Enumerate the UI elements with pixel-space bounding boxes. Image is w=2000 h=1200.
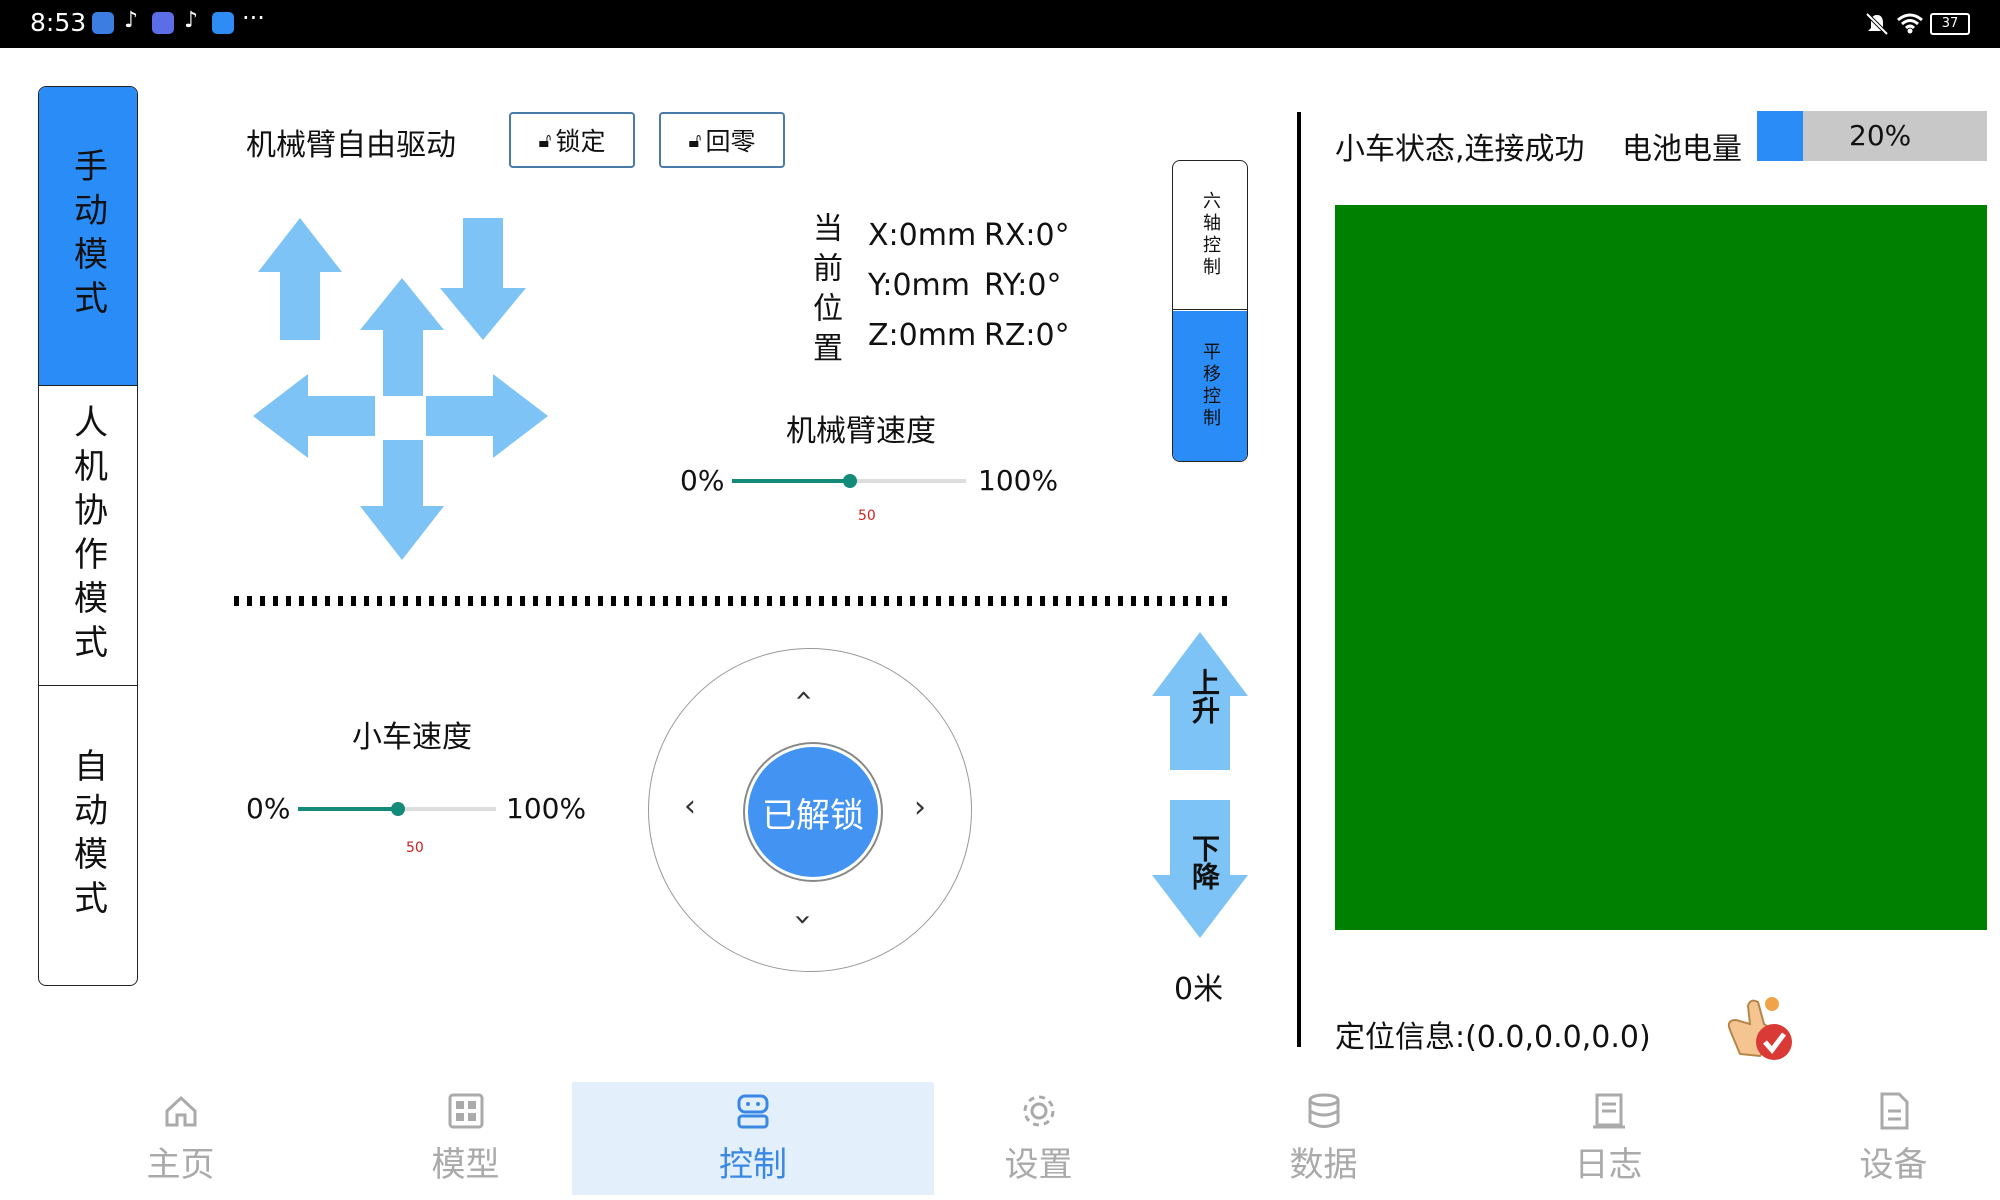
battery-percent: 20% xyxy=(1849,119,1912,152)
arm-speed-value: 50 xyxy=(858,508,876,524)
six-axis-button[interactable]: 六轴控制 xyxy=(1173,161,1247,310)
nav-log-label: 日志 xyxy=(1574,1145,1643,1185)
rise-label: 上升 xyxy=(1188,668,1221,724)
nav-model[interactable]: 模型 xyxy=(323,1082,608,1195)
gear-icon xyxy=(1023,1095,1054,1127)
log-icon xyxy=(1592,1093,1625,1129)
tab-collab-mode[interactable]: 人机协作模式 xyxy=(39,387,137,686)
nav-control[interactable]: 控制 xyxy=(572,1082,934,1195)
arm-speed-title: 机械臂速度 xyxy=(786,414,936,449)
robot-icon xyxy=(737,1094,769,1129)
status-time: 8:53 xyxy=(30,8,87,37)
pos-ry: RY:0° xyxy=(984,268,1062,303)
arm-direction-pad xyxy=(253,218,548,560)
car-speed-max: 100% xyxy=(506,792,587,825)
car-speed-min: 0% xyxy=(246,792,291,825)
map-canvas[interactable] xyxy=(1335,205,1987,930)
joystick-up-icon[interactable]: › xyxy=(786,690,821,702)
car-speed-fill xyxy=(298,807,397,811)
zero-button[interactable]: 🔓︎ 回零 xyxy=(659,112,785,168)
nav-settings[interactable]: 设置 xyxy=(896,1082,1181,1195)
section-divider xyxy=(234,596,1234,606)
tab-manual-mode[interactable]: 手动模式 xyxy=(39,87,137,386)
pos-rx: RX:0° xyxy=(984,218,1070,253)
pos-x: X:0mm xyxy=(868,218,977,253)
nav-log[interactable]: 日志 xyxy=(1466,1082,1751,1195)
arm-title: 机械臂自由驱动 xyxy=(246,128,456,163)
lock-button[interactable]: 🔓︎ 锁定 xyxy=(509,112,635,168)
tab-auto-mode[interactable]: 自动模式 xyxy=(39,687,137,985)
battery-label: 电池电量 xyxy=(1622,132,1742,167)
axis-mode-toggle: 六轴控制 平移控制 xyxy=(1172,160,1248,462)
arm-left-arrow[interactable] xyxy=(253,374,375,458)
arm-up-left-arrow[interactable] xyxy=(258,218,342,340)
nav-data[interactable]: 数据 xyxy=(1181,1082,1466,1195)
lock-icon: 🔓︎ xyxy=(538,128,552,152)
pos-z: Z:0mm xyxy=(868,318,977,353)
panel-divider xyxy=(1297,112,1301,1047)
locate-hand-icon[interactable] xyxy=(1720,990,1796,1066)
arm-down-arrow[interactable] xyxy=(360,440,444,560)
tiktok-icon: ♪ xyxy=(124,8,139,33)
tab-auto-mode-label: 自动模式 xyxy=(67,748,108,924)
arm-right-arrow[interactable] xyxy=(426,374,548,458)
arm-speed-knob[interactable] xyxy=(843,474,857,488)
lock-button-label: 锁定 xyxy=(555,127,606,156)
joystick-down-icon[interactable]: › xyxy=(786,914,821,926)
battery-indicator: 37 xyxy=(1930,13,1970,35)
wifi-icon xyxy=(1897,13,1923,34)
unlock-button[interactable]: 已解锁 xyxy=(745,744,881,880)
pos-y: Y:0mm xyxy=(868,268,970,303)
joystick-left-icon[interactable]: › xyxy=(684,790,696,825)
nav-device[interactable]: 设备 xyxy=(1751,1082,2000,1195)
database-icon xyxy=(1308,1093,1339,1128)
grid-icon xyxy=(448,1093,483,1129)
cloud-app-icon xyxy=(212,12,234,34)
music-app-icon xyxy=(152,12,174,34)
car-status: 小车状态,连接成功 xyxy=(1335,132,1585,167)
translate-button[interactable]: 平移控制 xyxy=(1173,311,1247,461)
nav-settings-label: 设置 xyxy=(1004,1145,1073,1185)
car-speed-value: 50 xyxy=(406,840,424,856)
joystick-right-icon[interactable]: › xyxy=(914,790,926,825)
battery-fill xyxy=(1757,111,1803,161)
nav-control-label: 控制 xyxy=(719,1145,787,1185)
car-speed-title: 小车速度 xyxy=(352,720,472,755)
more-notifications-icon: ··· xyxy=(242,4,265,32)
six-axis-label: 六轴控制 xyxy=(1200,191,1221,279)
arm-up-arrow[interactable] xyxy=(360,278,444,396)
mute-bell-icon xyxy=(1865,12,1889,36)
nav-home-label: 主页 xyxy=(146,1145,215,1185)
position-label: 当前位置 xyxy=(807,212,842,372)
battery-bar: 20% xyxy=(1757,111,1987,161)
home-icon xyxy=(165,1095,196,1127)
car-speed-knob[interactable] xyxy=(391,802,405,816)
arm-speed-max: 100% xyxy=(978,464,1059,497)
tab-manual-mode-label: 手动模式 xyxy=(67,148,108,324)
zero-button-label: 回零 xyxy=(705,127,756,156)
descend-label: 下降 xyxy=(1188,834,1221,890)
arm-speed-fill xyxy=(732,479,849,483)
lock-icon: 🔓︎ xyxy=(688,128,702,152)
unlock-button-label: 已解锁 xyxy=(762,795,864,836)
arm-down-right-arrow[interactable] xyxy=(440,218,526,340)
nav-model-label: 模型 xyxy=(431,1145,500,1185)
nav-data-label: 数据 xyxy=(1289,1145,1358,1185)
location-info: 定位信息:(0.0,0.0,0.0) xyxy=(1335,1020,1651,1055)
status-bar: 8:53 ♪ ♪ ··· 37 xyxy=(0,0,2000,48)
pos-rz: RZ:0° xyxy=(984,318,1070,353)
height-value: 0米 xyxy=(1174,972,1224,1007)
tab-collab-mode-label: 人机协作模式 xyxy=(67,404,108,668)
translate-label: 平移控制 xyxy=(1200,342,1221,430)
arm-speed-min: 0% xyxy=(680,464,725,497)
tiktok-icon-2: ♪ xyxy=(184,8,199,33)
nav-device-label: 设备 xyxy=(1859,1145,1928,1185)
app-notification-icon xyxy=(92,12,114,34)
nav-home[interactable]: 主页 xyxy=(38,1082,323,1195)
document-icon xyxy=(1880,1092,1908,1130)
mode-tabs: 手动模式 人机协作模式 自动模式 xyxy=(38,86,138,986)
